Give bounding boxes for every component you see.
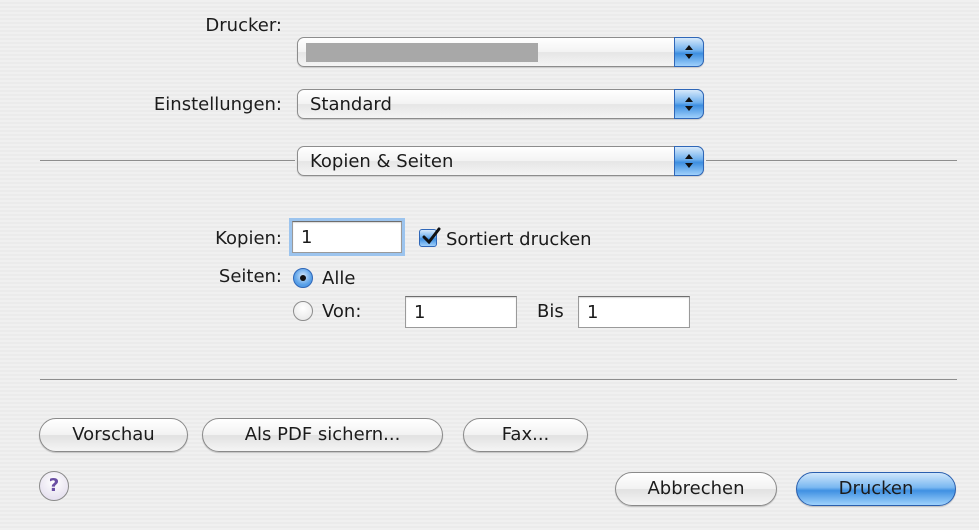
separator-bottom	[40, 379, 957, 380]
pages-all-label: Alle	[322, 268, 356, 289]
pages-all-radio[interactable]	[293, 268, 313, 288]
pages-from-field[interactable]: 1	[405, 296, 517, 328]
pages-from-label: Von:	[322, 301, 362, 322]
pages-to-label: Bis	[537, 301, 564, 322]
presets-popup-value: Standard	[310, 94, 392, 115]
copies-label: Kopien:	[215, 228, 282, 249]
printer-stepper-icon	[674, 37, 704, 67]
fax-button[interactable]: Fax...	[463, 418, 588, 452]
collate-checkbox[interactable]	[419, 227, 441, 247]
presets-popup[interactable]: Standard	[297, 89, 704, 119]
pane-popup[interactable]: Kopien & Seiten	[297, 146, 704, 176]
separator-left	[40, 160, 295, 161]
printer-name-redacted	[306, 43, 538, 62]
printer-label: Drucker:	[205, 15, 282, 36]
pane-stepper-icon	[674, 146, 704, 176]
pages-label: Seiten:	[218, 266, 282, 287]
cancel-button[interactable]: Abbrechen	[615, 472, 777, 506]
printer-popup[interactable]	[297, 37, 704, 67]
pane-popup-value: Kopien & Seiten	[310, 151, 454, 172]
pages-to-field[interactable]: 1	[578, 296, 690, 328]
print-button[interactable]: Drucken	[796, 472, 956, 506]
pages-from-radio[interactable]	[293, 301, 313, 321]
presets-label: Einstellungen:	[153, 94, 282, 115]
presets-stepper-icon	[674, 89, 704, 119]
separator-right	[706, 160, 957, 161]
copies-field[interactable]: 1	[292, 221, 402, 253]
collate-label: Sortiert drucken	[446, 229, 592, 250]
checkmark-icon	[422, 227, 441, 245]
preview-button[interactable]: Vorschau	[39, 418, 188, 452]
save-pdf-button[interactable]: Als PDF sichern...	[202, 418, 443, 452]
help-icon[interactable]: ?	[39, 471, 69, 501]
